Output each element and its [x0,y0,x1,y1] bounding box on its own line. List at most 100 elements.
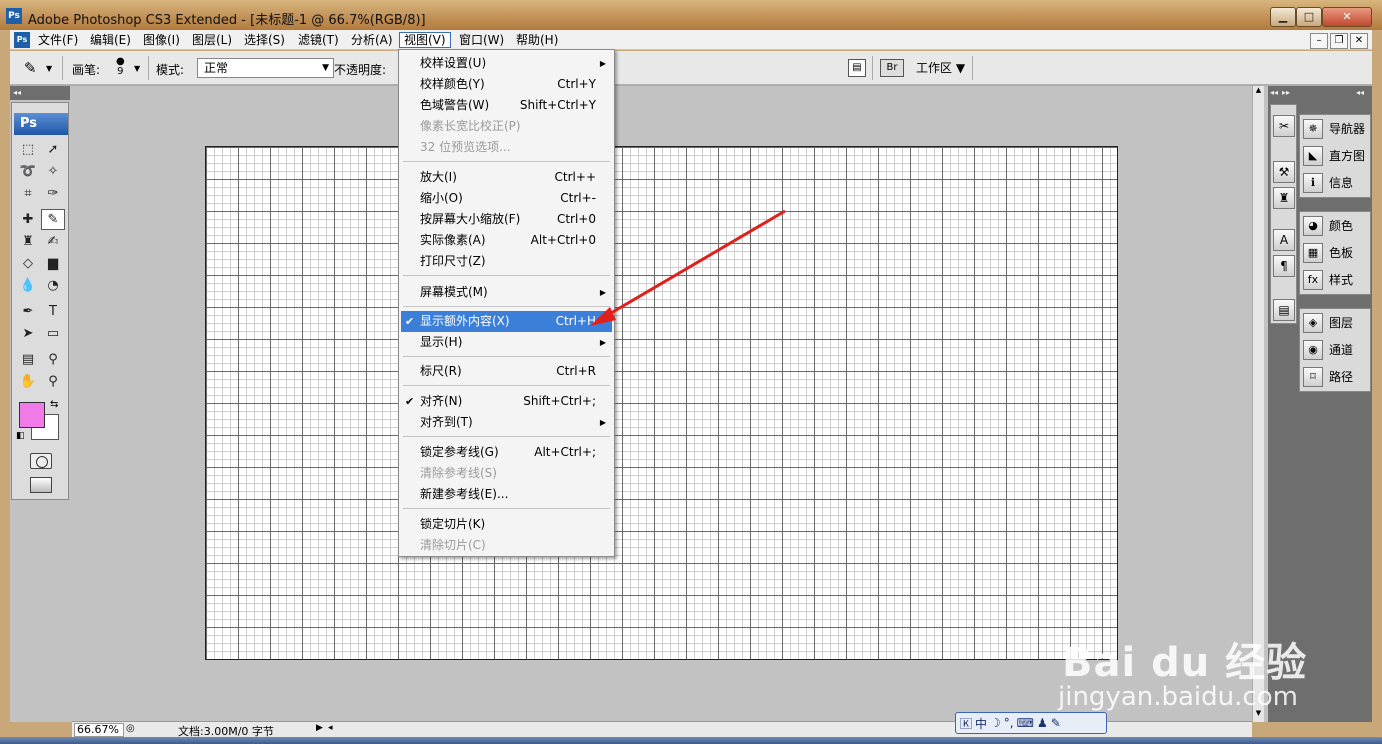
divider [62,56,63,80]
ime-punctuation-icon[interactable]: °, [1004,716,1014,730]
menu-item-rulers[interactable]: 标尺(R) Ctrl+R [401,361,612,382]
doc-minimize-button[interactable]: – [1310,33,1328,49]
bridge-icon[interactable]: Br [880,59,904,77]
brush-tool-selected-icon[interactable]: ✎ [41,209,65,230]
type-tool-icon[interactable]: T [41,301,65,322]
character-icon[interactable]: A [1273,229,1295,251]
crop-tool-icon[interactable]: ⌗ [16,183,40,204]
zoom-field[interactable]: 66.67% [74,723,124,737]
notes-tool-icon[interactable]: ▤ [16,349,40,370]
menu-item-proof-setup[interactable]: 校样设置(U) ▶ [401,53,612,74]
panel-tab-channels[interactable]: ◉ 通道 [1300,336,1372,363]
scroll-up-arrow-icon[interactable]: ▲ [1253,86,1264,98]
menu-item-new-guide[interactable]: 新建参考线(E)... [401,484,612,505]
eraser-tool-icon[interactable]: ◇ [16,253,40,274]
menu-window[interactable]: 窗口(W) [455,32,508,48]
dock-expand-arrows-icon[interactable]: ▸▸ [1282,86,1290,100]
move-tool-icon[interactable]: ➚ [41,139,65,160]
menu-image[interactable]: 图像(I) [139,32,184,48]
hand-tool-icon[interactable]: ✋ [16,371,40,392]
magic-wand-tool-icon[interactable]: ✧ [41,161,65,182]
menu-item-lock-guides[interactable]: 锁定参考线(G) Alt+Ctrl+; [401,442,612,463]
title-bar: Ps Adobe Photoshop CS3 Extended - [未标题-1… [0,0,1382,30]
doc-restore-button[interactable]: ❐ [1330,33,1348,49]
doc-close-button[interactable]: ✕ [1350,33,1368,49]
minimize-button[interactable]: ▁ [1270,7,1296,27]
dock-collapse-icon[interactable]: ◂◂ [1356,86,1364,100]
workspace-button[interactable]: 工作区 ▼ [916,59,965,76]
menu-item-snap-to[interactable]: 对齐到(T) ▶ [401,412,612,433]
dock-collapse-arrows-icon[interactable]: ◂◂ [1270,86,1278,100]
ime-logo-icon[interactable]: 🄺 [960,715,972,732]
dodge-tool-icon[interactable]: ◔ [41,275,65,296]
panel-tab-layers[interactable]: ◈ 图层 [1300,309,1372,336]
panel-tab-paths[interactable]: ⌑ 路径 [1300,363,1372,390]
lasso-tool-icon[interactable]: ➰ [16,161,40,182]
brush-preset-picker[interactable]: ● 9 [116,57,125,77]
menu-edit[interactable]: 编辑(E) [86,32,135,48]
clone-stamp-tool-icon[interactable]: ♜ [16,231,40,252]
menu-item-proof-colors[interactable]: 校样颜色(Y) Ctrl+Y [401,74,612,95]
watermark-brand: Bai du 经验 [1062,640,1308,686]
eyedropper-tool-icon[interactable]: ⚲ [41,349,65,370]
menu-analysis[interactable]: 分析(A) [347,32,397,48]
foreground-color-swatch[interactable] [19,402,45,428]
ime-user-icon[interactable]: ♟ [1037,716,1048,730]
close-button[interactable]: ✕ [1322,7,1372,27]
ime-keyboard-icon[interactable]: ⌨ [1017,716,1034,730]
screen-mode-button[interactable] [30,477,52,493]
menu-item-zoom-in[interactable]: 放大(I) Ctrl++ [401,167,612,188]
toggle-brushes-palette-icon[interactable]: ▤ [848,59,866,77]
swap-colors-icon[interactable]: ⇆ [50,399,58,410]
history-brush-tool-icon[interactable]: ✍ [41,231,65,252]
marquee-tool-icon[interactable]: ⬚ [16,139,40,160]
ime-mode[interactable]: 中 [975,715,987,732]
healing-brush-tool-icon[interactable]: ✚ [16,209,40,230]
swatches-icon: ▦ [1303,242,1323,263]
menu-item-lock-slices[interactable]: 锁定切片(K) [401,514,612,535]
menu-view[interactable]: 视图(V) [399,32,451,48]
horizontal-scroll-left-icon[interactable]: ◂ [328,723,333,733]
menu-filter[interactable]: 滤镜(T) [294,32,343,48]
brush-tool-icon[interactable]: ✎ [24,59,37,77]
menu-item-show[interactable]: 显示(H) ▶ [401,332,612,353]
menu-separator [403,306,610,307]
tool-preset-arrow-icon[interactable]: ▼ [46,64,52,73]
menu-select[interactable]: 选择(S) [240,32,289,48]
status-menu-arrow-icon[interactable]: ▶ [316,723,323,733]
window-title: Adobe Photoshop CS3 Extended - [未标题-1 @ … [28,13,426,28]
clone-source-icon[interactable]: ♜ [1273,187,1295,209]
mode-select[interactable]: 正常 ▼ [197,58,334,78]
menu-help[interactable]: 帮助(H) [512,32,562,48]
slice-tool-icon[interactable]: ✑ [41,183,65,204]
pen-tool-icon[interactable]: ✒ [16,301,40,322]
history-icon[interactable]: ▤ [1273,299,1295,321]
maximize-button[interactable]: □ [1296,7,1322,27]
default-colors-icon[interactable]: ◧ [16,431,25,441]
quick-mask-button[interactable] [30,453,52,469]
panel-tab-color[interactable]: ◕ 颜色 [1300,212,1372,239]
ime-halfwidth-icon[interactable]: ☽ [990,716,1001,730]
panel-tab-styles[interactable]: fx 样式 [1300,266,1372,293]
menu-file[interactable]: 文件(F) [34,32,82,48]
toolbox-collapse-bar[interactable]: ◂◂ [10,86,70,100]
menu-item-snap[interactable]: ✔ 对齐(N) Shift+Ctrl+; [401,391,612,412]
status-info-icon[interactable]: ◎ [126,723,135,734]
brush-picker-arrow-icon[interactable]: ▼ [134,64,140,73]
tool-presets-icon[interactable]: ✂ [1273,115,1295,137]
panel-tab-info[interactable]: ℹ 信息 [1300,169,1372,196]
panel-tab-swatches[interactable]: ▦ 色板 [1300,239,1372,266]
shape-tool-icon[interactable]: ▭ [41,323,65,344]
menu-item-gamut-warning[interactable]: 色域警告(W) Shift+Ctrl+Y [401,95,612,116]
path-selection-tool-icon[interactable]: ➤ [16,323,40,344]
brushes-icon[interactable]: ⚒ [1273,161,1295,183]
histogram-label: 直方图 [1329,149,1366,163]
blur-tool-icon[interactable]: 💧 [16,275,40,296]
zoom-tool-icon[interactable]: ⚲ [41,371,65,392]
panel-tab-histogram[interactable]: ◣ 直方图 [1300,142,1372,169]
paragraph-icon[interactable]: ¶ [1273,255,1295,277]
menu-layer[interactable]: 图层(L) [188,32,236,48]
panel-tab-navigator[interactable]: ✵ 导航器 [1300,115,1372,142]
document-icon[interactable]: Ps [14,32,30,48]
gradient-tool-icon[interactable]: ▆ [41,253,65,274]
